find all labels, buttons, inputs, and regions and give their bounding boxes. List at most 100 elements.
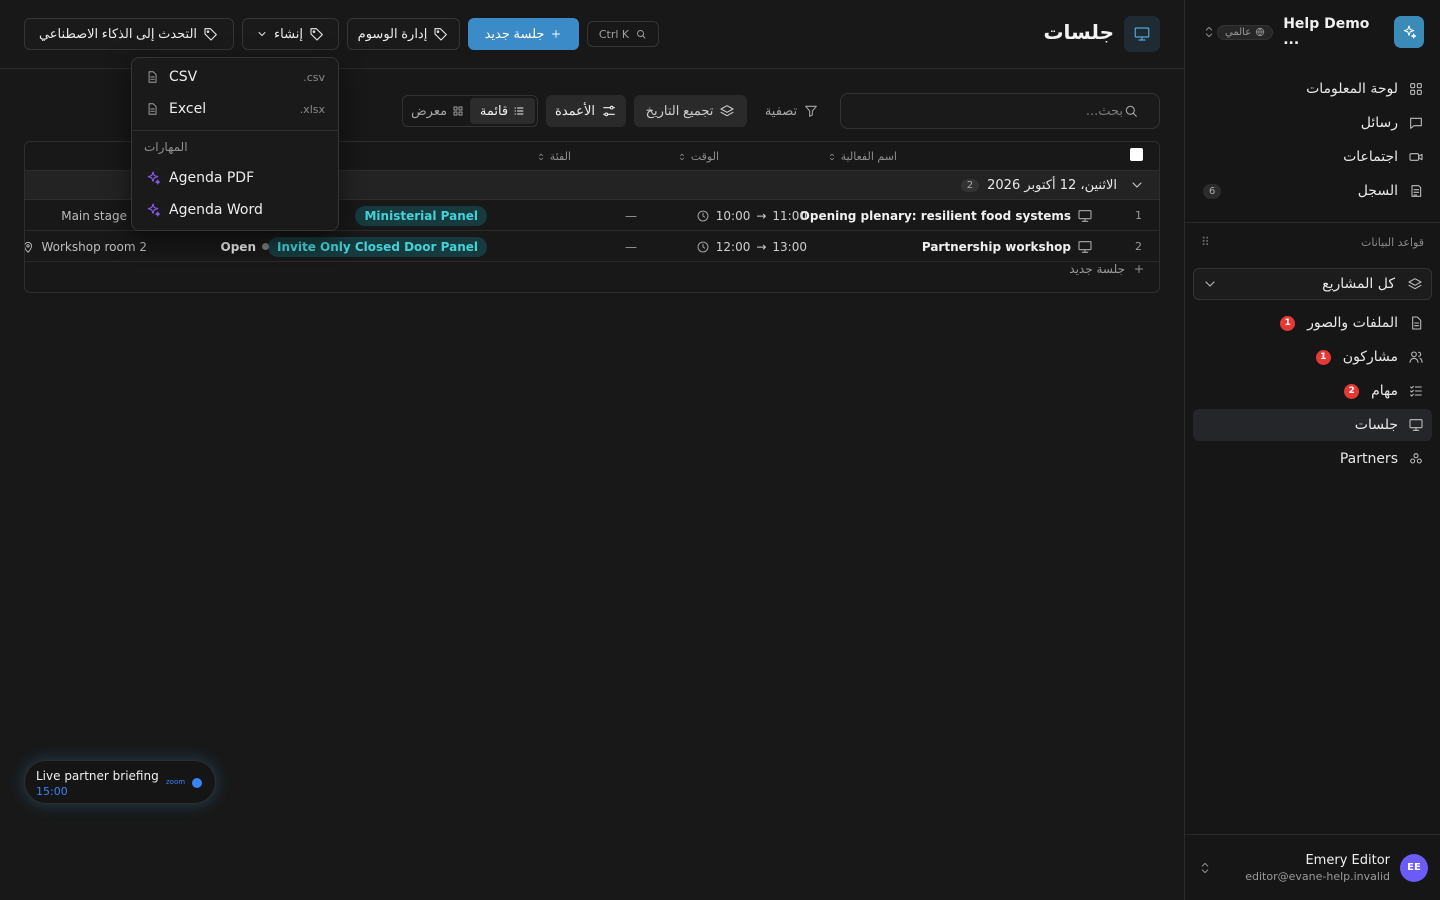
file-icon [148,71,157,83]
ai-chat-button[interactable]: التحدث إلى الذكاء الاصطناعي [24,18,234,50]
add-session-row-button[interactable]: جلسة جديد [1069,262,1145,276]
group-by-button[interactable]: تجميع التاريخ [634,95,747,127]
session-location-cell[interactable]: Workshop room 2 [25,231,147,262]
session-name: Opening plenary: resilient food systems [799,208,1071,223]
session-status-cell[interactable]: Open [221,231,269,262]
view-list-button[interactable]: قائمة [470,98,535,124]
session-location: Main stage [61,208,127,223]
session-category-cell[interactable]: Invite Only Closed Door Panel [268,231,487,262]
drag-handle-icon[interactable]: ⠿ [1201,235,1210,249]
sidebar-item-label: جلسات [1354,417,1398,433]
list-icon [514,107,524,115]
group-by-label: تجميع التاريخ [646,103,714,119]
nav-item-label: اجتماعات [1343,149,1398,165]
presentation-icon [1124,16,1160,52]
sidebar-item-participants[interactable]: مشاركون 1 [1193,341,1432,373]
session-name-cell[interactable]: Partnership workshop [922,231,1093,262]
sidebar-item-partners[interactable]: Partners [1193,443,1432,475]
message-icon [1408,115,1424,131]
nav-item-dashboard[interactable]: لوحة المعلومات [1193,73,1432,105]
view-gallery-button[interactable]: معرض [405,98,470,124]
search-icon [637,30,646,39]
avatar: EE [1400,853,1428,882]
user-menu[interactable]: EE Emery Editor editor@evane-help.invali… [1185,834,1440,900]
chevron-down-icon [1132,182,1142,188]
search-input[interactable] [853,103,1123,119]
sidebar-item-label: مشاركون [1342,349,1398,365]
globe-icon [1256,27,1265,37]
presentation-icon [1078,209,1092,222]
presentation-icon [1408,417,1424,433]
category-tag: Ministerial Panel [355,205,487,226]
user-switch-icon[interactable] [1197,860,1213,876]
sidebar-item-sessions[interactable]: جلسات [1193,409,1432,441]
nav-item-log[interactable]: السجل 6 [1193,175,1432,207]
log-count-badge: 6 [1203,183,1222,199]
menu-item-agenda-word[interactable]: Agenda Word [136,195,334,225]
columns-button[interactable]: الأعمدة [546,95,626,127]
sidebar-item-files[interactable]: الملفات والصور 1 [1193,307,1432,339]
workspace-scope-label: عالمي [1225,26,1252,38]
session-category-cell[interactable]: Ministerial Panel [355,200,487,231]
tasks-badge: 2 [1344,383,1360,399]
sort-icon [679,153,684,160]
arrow-icon: → [756,239,767,254]
menu-item-agenda-pdf[interactable]: Agenda PDF [136,163,334,193]
file-icon [1408,315,1424,331]
manage-tags-button[interactable]: إدارة الوسوم [347,18,460,50]
skills-section-label: المهارات [144,140,188,154]
sparkle-icon [147,203,161,217]
files-badge: 1 [1280,315,1296,331]
shortcut-label: Ctrl K [598,27,630,41]
project-selector-label: كل المشاريع [1322,276,1395,292]
session-end: 11:00 [772,208,807,223]
nav-item-meetings[interactable]: اجتماعات [1193,141,1432,173]
nav-item-label: لوحة المعلومات [1306,81,1398,97]
workspace-switch-icon[interactable] [1201,24,1217,40]
nav-item-messages[interactable]: رسائل [1193,107,1432,139]
chevron-down-icon [258,32,266,36]
tasks-icon [1408,383,1424,399]
create-dropdown-button[interactable]: إنشاء [242,18,339,50]
databases-section-header: قواعد البيانات ⠿ [1201,235,1424,249]
column-header-category[interactable]: الفئة [536,150,571,163]
ai-chat-label: التحدث إلى الذكاء الاصطناعي [38,26,198,41]
session-time-cell[interactable]: 12:00 → 13:00 [696,231,807,262]
partners-icon [1408,451,1424,467]
session-name-cell[interactable]: Opening plenary: resilient food systems [800,200,1093,231]
filter-button[interactable]: تصفية [757,95,827,127]
live-meeting-pill[interactable]: Live partner briefing 15:00 zoom [24,760,216,804]
sort-icon [538,153,543,160]
menu-divider [132,130,338,131]
column-header-time[interactable]: الوقت [677,150,719,163]
user-name: Emery Editor [1305,852,1390,868]
project-selector[interactable]: كل المشاريع [1193,268,1432,300]
date-group-label: الاثنين، 12 أكتوبر 2026 [987,177,1117,193]
column-header-name[interactable]: اسم الفعالية [827,150,897,163]
sidebar-item-tasks[interactable]: مهام 2 [1193,375,1432,407]
session-notes-cell: — [625,208,637,223]
add-session-label: جلسة جديد [1069,262,1125,276]
command-search-button[interactable]: Ctrl K [587,21,659,47]
menu-item-export-csv[interactable]: CSV .csv [136,62,334,92]
search-field[interactable] [840,93,1160,129]
row-number: 1 [1135,209,1142,222]
session-time-cell[interactable]: 10:00 → 11:00 [696,200,807,231]
workspace-header[interactable]: Help Demo ... عالمي [1201,16,1424,48]
databases-label: قواعد البيانات [1361,235,1424,249]
table-row[interactable]: 2 Partnership workshop 12:00 → 13:00 — I… [25,231,1159,262]
manage-tags-label: إدارة الوسوم [357,26,428,41]
column-header-label: اسم الفعالية [840,150,897,163]
workspace-scope-badge: عالمي [1217,24,1274,40]
session-location: Workshop room 2 [41,239,147,254]
session-location-cell[interactable]: Main stage [61,200,127,231]
view-gallery-label: معرض [410,103,448,119]
menu-item-export-excel[interactable]: Excel .xlsx [136,94,334,124]
select-all-checkbox[interactable] [1130,148,1143,161]
new-session-button[interactable]: جلسة جديد [468,18,579,50]
menu-item-label: Agenda PDF [169,170,255,186]
sidebar-item-label: الملفات والصور [1307,315,1398,331]
column-header-label: الوقت [690,150,719,163]
columns-label: الأعمدة [555,103,595,118]
date-group-count: 2 [960,178,980,192]
